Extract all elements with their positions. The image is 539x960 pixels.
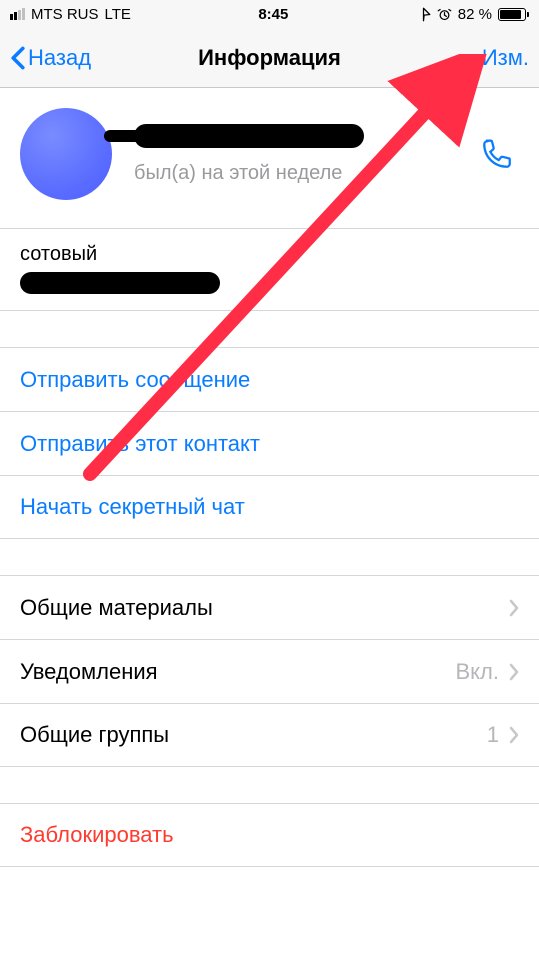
battery-icon bbox=[498, 8, 529, 21]
shared-media-label: Общие материалы bbox=[20, 595, 213, 621]
block-label: Заблокировать bbox=[20, 822, 174, 848]
battery-pct: 82 % bbox=[458, 6, 492, 23]
phone-type-label: сотовый bbox=[20, 243, 519, 266]
status-time: 8:45 bbox=[258, 6, 288, 23]
location-icon bbox=[416, 7, 431, 22]
chevron-left-icon bbox=[10, 46, 26, 70]
nav-bar: Назад Информация Изм. bbox=[0, 28, 539, 88]
network-label: LTE bbox=[105, 6, 131, 23]
chevron-right-icon bbox=[509, 663, 519, 681]
last-seen-label: был(а) на этой неделе bbox=[134, 162, 467, 185]
groups-value: 1 bbox=[487, 722, 499, 748]
groups-row[interactable]: Общие группы 1 bbox=[0, 703, 539, 767]
spacer bbox=[0, 311, 539, 347]
status-right: 82 % bbox=[416, 6, 529, 23]
signal-icon bbox=[10, 8, 25, 20]
notifications-row[interactable]: Уведомления Вкл. bbox=[0, 639, 539, 703]
phone-section: сотовый bbox=[0, 228, 539, 311]
avatar[interactable] bbox=[20, 108, 112, 200]
contact-name-redacted bbox=[134, 124, 364, 148]
alarm-icon bbox=[437, 7, 452, 22]
back-label: Назад bbox=[28, 45, 91, 71]
edit-button[interactable]: Изм. bbox=[482, 45, 529, 71]
secret-chat-label: Начать секретный чат bbox=[20, 494, 245, 520]
phone-icon bbox=[480, 137, 514, 171]
notifications-label: Уведомления bbox=[20, 659, 158, 685]
call-button[interactable] bbox=[475, 132, 519, 176]
phone-number-redacted[interactable] bbox=[20, 272, 220, 294]
share-contact-row[interactable]: Отправить этот контакт bbox=[0, 411, 539, 475]
notifications-value: Вкл. bbox=[456, 659, 500, 685]
spacer bbox=[0, 767, 539, 803]
block-row[interactable]: Заблокировать bbox=[0, 803, 539, 867]
groups-label: Общие группы bbox=[20, 722, 169, 748]
send-message-label: Отправить сообщение bbox=[20, 367, 250, 393]
back-button[interactable]: Назад bbox=[10, 45, 91, 71]
chevron-right-icon bbox=[509, 726, 519, 744]
profile-section: был(а) на этой неделе bbox=[0, 88, 539, 228]
profile-text: был(а) на этой неделе bbox=[134, 124, 467, 185]
send-message-row[interactable]: Отправить сообщение bbox=[0, 347, 539, 411]
status-bar: MTS RUS LTE 8:45 82 % bbox=[0, 0, 539, 28]
chevron-right-icon bbox=[509, 599, 519, 617]
secret-chat-row[interactable]: Начать секретный чат bbox=[0, 475, 539, 539]
share-contact-label: Отправить этот контакт bbox=[20, 431, 260, 457]
status-left: MTS RUS LTE bbox=[10, 6, 131, 23]
shared-media-row[interactable]: Общие материалы bbox=[0, 575, 539, 639]
spacer bbox=[0, 539, 539, 575]
carrier-label: MTS RUS bbox=[31, 6, 99, 23]
